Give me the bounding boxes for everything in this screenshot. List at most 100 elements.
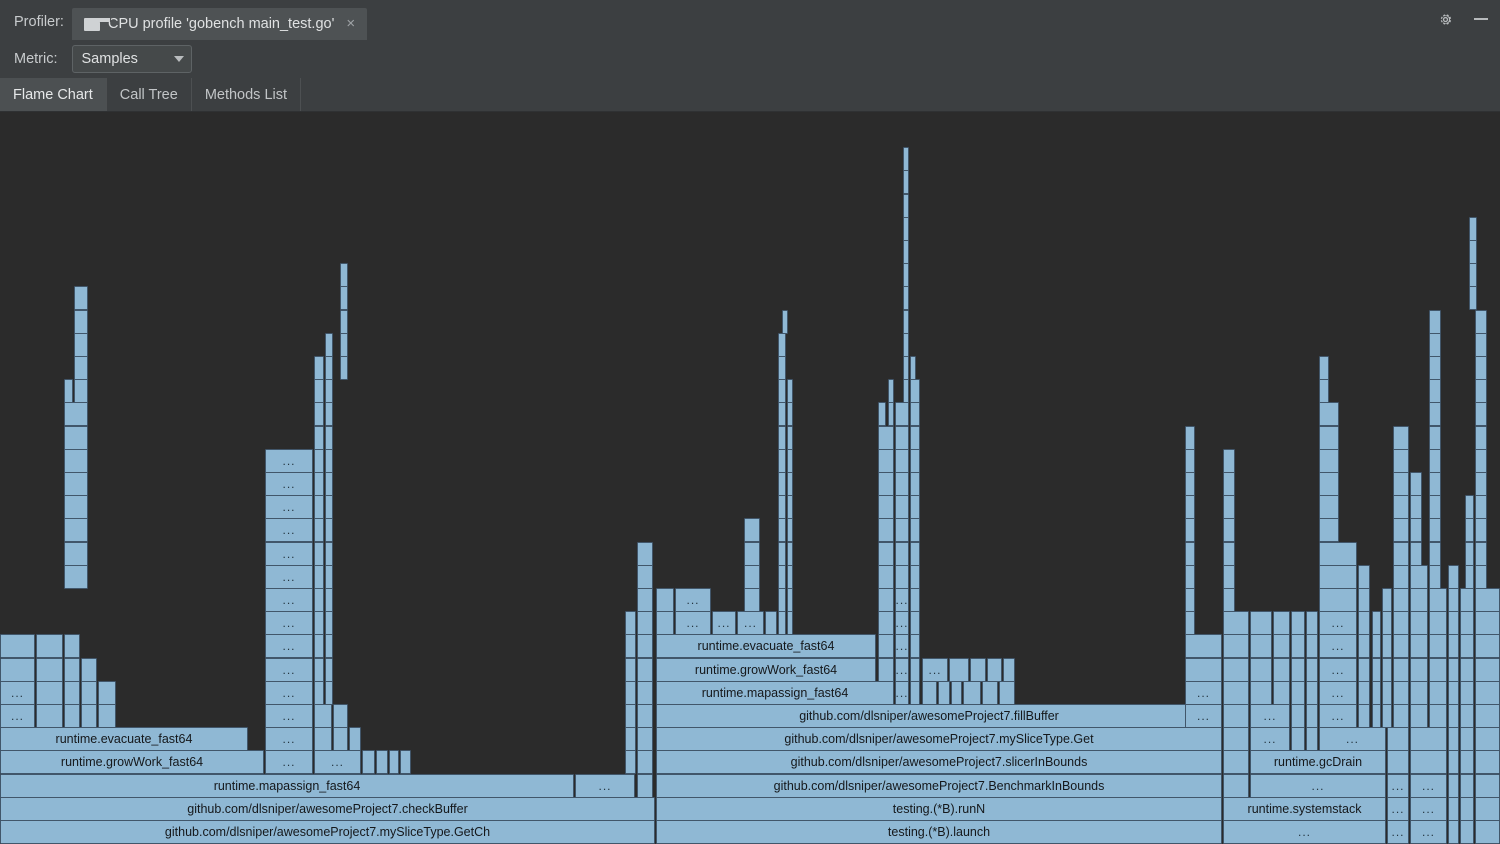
flame-frame[interactable] — [1448, 681, 1459, 705]
flame-frame[interactable] — [325, 658, 333, 682]
flame-frame[interactable] — [903, 240, 909, 264]
flame-frame[interactable]: ... — [1185, 681, 1222, 705]
flame-frame[interactable]: ... — [265, 681, 313, 705]
flame-frame[interactable] — [778, 588, 786, 612]
flame-frame[interactable] — [333, 727, 348, 751]
flame-frame[interactable] — [637, 611, 653, 635]
flame-frame[interactable] — [1410, 750, 1447, 774]
flame-frame[interactable] — [1429, 449, 1441, 473]
flame-frame[interactable]: runtime.evacuate_fast64 — [0, 727, 248, 751]
flame-frame[interactable] — [1410, 588, 1428, 612]
flame-frame[interactable] — [787, 495, 793, 519]
flame-frame[interactable] — [1250, 611, 1272, 635]
flame-frame[interactable] — [910, 681, 920, 705]
flame-frame[interactable] — [1429, 310, 1441, 334]
flame-frame[interactable] — [1319, 379, 1329, 403]
flame-frame[interactable] — [1469, 240, 1477, 264]
flame-frame[interactable] — [1387, 750, 1409, 774]
flame-frame[interactable]: ... — [1250, 727, 1290, 751]
flame-frame[interactable] — [36, 658, 63, 682]
flame-frame[interactable] — [1358, 658, 1370, 682]
flame-frame[interactable] — [1273, 634, 1290, 658]
flame-frame[interactable] — [1223, 542, 1235, 566]
flame-frame[interactable] — [74, 310, 88, 334]
flame-frame[interactable] — [1410, 565, 1428, 589]
flame-frame[interactable] — [314, 495, 324, 519]
flame-frame[interactable]: ... — [1319, 727, 1386, 751]
flame-frame[interactable] — [1306, 658, 1318, 682]
flame-frame[interactable] — [987, 658, 1002, 682]
flame-frame[interactable] — [325, 333, 333, 357]
flame-frame[interactable] — [1223, 518, 1235, 542]
flame-frame[interactable]: ... — [265, 727, 313, 751]
flame-frame[interactable] — [1223, 634, 1249, 658]
flame-frame[interactable] — [1475, 495, 1487, 519]
flame-frame[interactable]: ... — [0, 704, 35, 728]
flame-frame[interactable] — [637, 634, 653, 658]
flame-frame[interactable]: ... — [1319, 634, 1357, 658]
flame-frame[interactable] — [1185, 634, 1222, 658]
flame-frame[interactable] — [0, 658, 35, 682]
flame-frame[interactable] — [1306, 704, 1318, 728]
flame-frame[interactable] — [1460, 681, 1474, 705]
flame-frame[interactable] — [878, 542, 894, 566]
flame-frame[interactable] — [1358, 588, 1370, 612]
flame-frame[interactable]: runtime.gcDrain — [1250, 750, 1386, 774]
flame-frame[interactable] — [1448, 820, 1459, 844]
flame-frame[interactable] — [1319, 565, 1357, 589]
flame-frame[interactable] — [778, 379, 786, 403]
flame-frame[interactable]: ... — [1185, 704, 1222, 728]
flame-frame[interactable] — [910, 588, 920, 612]
flame-frame[interactable] — [98, 681, 116, 705]
flame-frame[interactable] — [903, 217, 909, 241]
flame-frame[interactable] — [1448, 634, 1459, 658]
flame-frame[interactable] — [1273, 658, 1290, 682]
flame-frame[interactable] — [1475, 565, 1487, 589]
flame-frame[interactable] — [1465, 542, 1474, 566]
flame-frame[interactable]: ... — [1319, 658, 1357, 682]
flame-frame[interactable] — [1358, 634, 1370, 658]
flame-frame[interactable] — [656, 611, 674, 635]
flame-frame[interactable]: ... — [265, 542, 313, 566]
flame-frame[interactable] — [64, 565, 88, 589]
flame-frame[interactable] — [1291, 658, 1305, 682]
flame-frame[interactable] — [1223, 658, 1249, 682]
flame-frame[interactable] — [325, 356, 333, 380]
flame-frame[interactable] — [765, 611, 777, 635]
flame-frame[interactable] — [1475, 333, 1487, 357]
flame-frame[interactable] — [878, 565, 894, 589]
flame-frame[interactable] — [1319, 588, 1357, 612]
flame-frame[interactable] — [1223, 611, 1249, 635]
flame-frame[interactable]: github.com/dlsniper/awesomeProject7.mySl… — [656, 727, 1222, 751]
flame-frame[interactable] — [1393, 634, 1409, 658]
flame-frame[interactable] — [1460, 611, 1474, 635]
flame-frame[interactable] — [1223, 774, 1249, 798]
flame-frame[interactable]: ... — [265, 495, 313, 519]
flame-frame[interactable] — [1185, 495, 1195, 519]
flame-frame[interactable] — [340, 286, 348, 310]
flame-frame[interactable]: runtime.mapassign_fast64 — [0, 774, 574, 798]
flame-frame[interactable] — [1393, 472, 1409, 496]
flame-frame[interactable] — [1319, 449, 1339, 473]
flame-frame[interactable] — [325, 588, 333, 612]
flame-frame[interactable] — [314, 658, 324, 682]
flame-frame[interactable] — [787, 588, 793, 612]
flame-frame[interactable] — [1475, 588, 1500, 612]
flame-frame[interactable] — [938, 681, 950, 705]
flame-frame[interactable] — [340, 310, 348, 334]
flame-frame[interactable] — [1475, 681, 1500, 705]
flame-frame[interactable] — [64, 449, 88, 473]
flame-frame[interactable] — [1393, 495, 1409, 519]
flame-frame[interactable]: ... — [712, 611, 736, 635]
flame-frame[interactable] — [910, 518, 920, 542]
flame-frame[interactable] — [1393, 658, 1409, 682]
flame-frame[interactable] — [1372, 681, 1381, 705]
flame-frame[interactable] — [778, 542, 786, 566]
flame-frame[interactable] — [1410, 472, 1422, 496]
flame-frame[interactable] — [910, 495, 920, 519]
flame-frame[interactable] — [81, 681, 97, 705]
flame-frame[interactable] — [64, 704, 80, 728]
flame-frame[interactable] — [625, 611, 636, 635]
flame-frame[interactable] — [1372, 658, 1381, 682]
flame-frame[interactable] — [895, 402, 909, 426]
